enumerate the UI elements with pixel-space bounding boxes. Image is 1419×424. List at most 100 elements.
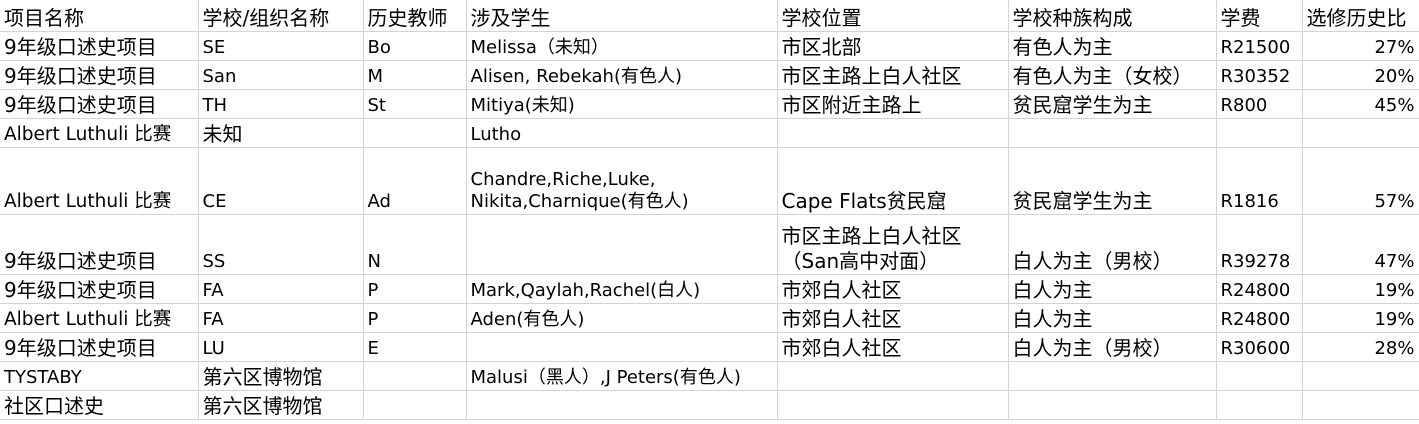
cell-school: TH	[198, 89, 364, 119]
header-cell-location: 学校位置	[777, 0, 1009, 32]
cell-ratio	[1302, 390, 1419, 420]
header-cell-fee: 学费	[1216, 0, 1303, 32]
cell-location: 市区北部	[777, 31, 1009, 61]
cell-race	[1008, 390, 1217, 420]
cell-students: Mark,Qaylah,Rachel(白人)	[466, 274, 778, 304]
cell-race: 白人为主	[1008, 303, 1217, 333]
table-row: Albert Luthuli 比赛 未知 Lutho	[0, 118, 1419, 148]
cell-race: 贫民窟学生为主	[1008, 89, 1217, 119]
cell-fee: R39278	[1216, 214, 1303, 275]
cell-fee	[1216, 361, 1303, 391]
cell-ratio: 27%	[1302, 31, 1419, 61]
cell-school: FA	[198, 303, 364, 333]
cell-ratio: 57%	[1302, 147, 1419, 215]
cell-students: Mitiya(未知)	[466, 89, 778, 119]
cell-project: 9年级口述史项目	[0, 31, 199, 61]
cell-ratio: 28%	[1302, 332, 1419, 362]
table-row: Albert Luthuli 比赛 FA P Aden(有色人) 市郊白人社区 …	[0, 303, 1419, 333]
cell-project: 社区口述史	[0, 390, 199, 420]
cell-project: Albert Luthuli 比赛	[0, 118, 199, 148]
cell-students: Alisen, Rebekah(有色人)	[466, 60, 778, 90]
cell-race: 白人为主（男校）	[1008, 332, 1217, 362]
table-row: 社区口述史 第六区博物馆	[0, 390, 1419, 420]
table-row: 9年级口述史项目 SS N 市区主路上白人社区 （San高中对面） 白人为主（男…	[0, 214, 1419, 275]
cell-fee	[1216, 390, 1303, 420]
cell-project: 9年级口述史项目	[0, 89, 199, 119]
cell-location: 市郊白人社区	[777, 332, 1009, 362]
cell-race	[1008, 118, 1217, 148]
cell-race: 有色人为主	[1008, 31, 1217, 61]
cell-race	[1008, 361, 1217, 391]
cell-teacher: St	[363, 89, 467, 119]
cell-location: 市郊白人社区	[777, 303, 1009, 333]
cell-location: Cape Flats贫民窟	[777, 147, 1009, 215]
header-cell-teacher: 历史教师	[363, 0, 467, 32]
cell-school: CE	[198, 147, 364, 215]
table-row: 9年级口述史项目 FA P Mark,Qaylah,Rachel(白人) 市郊白…	[0, 274, 1419, 304]
cell-location-line: （San高中对面）	[781, 248, 940, 273]
cell-school: FA	[198, 274, 364, 304]
cell-fee: R30352	[1216, 60, 1303, 90]
cell-school: San	[198, 60, 364, 90]
cell-students: Malusi（黑人）,J Peters(有色人)	[466, 361, 778, 391]
cell-location: 市区主路上白人社区	[777, 60, 1009, 90]
table-row: 9年级口述史项目 LU E 市郊白人社区 白人为主（男校） R30600 28%	[0, 332, 1419, 362]
cell-students-line: Chandre,Riche,Luke,	[470, 168, 656, 190]
cell-school: 第六区博物馆	[198, 361, 364, 391]
header-cell-race: 学校种族构成	[1008, 0, 1217, 32]
cell-teacher	[363, 118, 467, 148]
cell-ratio: 19%	[1302, 274, 1419, 304]
header-row: 项目名称 学校/组织名称 历史教师 涉及学生 学校位置 学校种族构成 学费 选修…	[0, 0, 1419, 32]
cell-ratio: 19%	[1302, 303, 1419, 333]
cell-students-line: Nikita,Charnique(有色人)	[470, 191, 689, 212]
cell-school: SS	[198, 214, 364, 275]
cell-project: 9年级口述史项目	[0, 332, 199, 362]
cell-students: Melissa（未知）	[466, 31, 778, 61]
cell-teacher: P	[363, 303, 467, 333]
table-row: TYSTABY 第六区博物馆 Malusi（黑人）,J Peters(有色人)	[0, 361, 1419, 391]
table-row: 9年级口述史项目 SE Bo Melissa（未知） 市区北部 有色人为主 R2…	[0, 31, 1419, 61]
cell-location	[777, 118, 1009, 148]
cell-project: 9年级口述史项目	[0, 274, 199, 304]
cell-students: Aden(有色人)	[466, 303, 778, 333]
cell-ratio: 47%	[1302, 214, 1419, 275]
cell-location	[777, 361, 1009, 391]
cell-location: 市郊白人社区	[777, 274, 1009, 304]
cell-ratio: 45%	[1302, 89, 1419, 119]
header-cell-project: 项目名称	[0, 0, 199, 32]
table-row: 9年级口述史项目 TH St Mitiya(未知) 市区附近主路上 贫民窟学生为…	[0, 89, 1419, 119]
cell-teacher	[363, 361, 467, 391]
cell-fee	[1216, 118, 1303, 148]
cell-students	[466, 390, 778, 420]
header-cell-school: 学校/组织名称	[198, 0, 364, 32]
cell-project: Albert Luthuli 比赛	[0, 303, 199, 333]
cell-school: LU	[198, 332, 364, 362]
cell-location: 市区附近主路上	[777, 89, 1009, 119]
cell-ratio	[1302, 361, 1419, 391]
cell-ratio: 20%	[1302, 60, 1419, 90]
cell-race: 贫民窟学生为主	[1008, 147, 1217, 215]
cell-location: 市区主路上白人社区 （San高中对面）	[777, 214, 1009, 275]
cell-teacher: Bo	[363, 31, 467, 61]
cell-project: Albert Luthuli 比赛	[0, 147, 199, 215]
cell-teacher: E	[363, 332, 467, 362]
cell-school: 第六区博物馆	[198, 390, 364, 420]
cell-fee: R24800	[1216, 303, 1303, 333]
cell-teacher: M	[363, 60, 467, 90]
cell-teacher: Ad	[363, 147, 467, 215]
cell-race: 白人为主（男校）	[1008, 214, 1217, 275]
cell-fee: R30600	[1216, 332, 1303, 362]
cell-students: Lutho	[466, 118, 778, 148]
cell-students	[466, 214, 778, 275]
cell-teacher: P	[363, 274, 467, 304]
header-cell-students: 涉及学生	[466, 0, 778, 32]
cell-race: 有色人为主（女校）	[1008, 60, 1217, 90]
cell-fee: R24800	[1216, 274, 1303, 304]
header-cell-ratio: 选修历史比	[1302, 0, 1419, 32]
table-row: 9年级口述史项目 San M Alisen, Rebekah(有色人) 市区主路…	[0, 60, 1419, 90]
cell-project: 9年级口述史项目	[0, 60, 199, 90]
school-projects-table: 项目名称 学校/组织名称 历史教师 涉及学生 学校位置 学校种族构成 学费 选修…	[0, 0, 1419, 420]
cell-students	[466, 332, 778, 362]
cell-school: SE	[198, 31, 364, 61]
cell-ratio	[1302, 118, 1419, 148]
